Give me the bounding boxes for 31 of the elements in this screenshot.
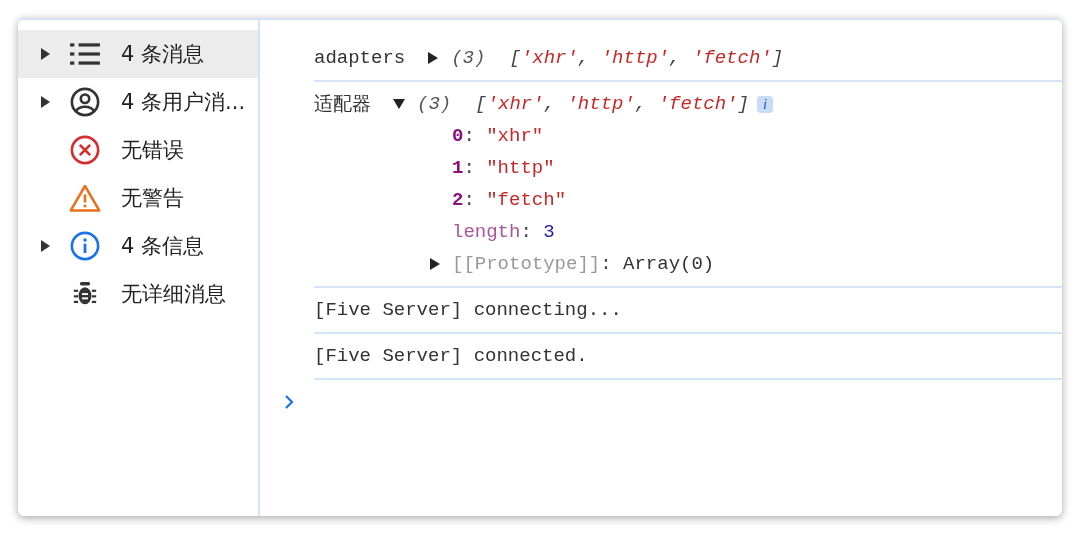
sidebar-item[interactable]: 4 条消息 [18,30,258,78]
log-message: [Five Server] connecting... [314,299,622,321]
user-icon [69,87,101,117]
expand-arrow-icon[interactable] [427,52,440,64]
array-item: 1: "http" [452,157,555,179]
expand-arrow-icon[interactable] [40,96,50,108]
sidebar-item[interactable]: 无警告 [18,174,258,222]
array-item: 2: "fetch" [452,189,567,211]
array-preview: ['xhr', 'http', 'fetch'] [509,47,784,69]
warning-icon [69,183,101,213]
sidebar-item[interactable]: 4 条用户消... [18,78,258,126]
array-preview: ['xhr', 'http', 'fetch'] [475,93,749,115]
sidebar-item[interactable]: 无详细消息 [18,270,258,318]
log-label: 适配器 [314,93,371,117]
prototype-property[interactable]: [[Prototype]]: Array(0) [452,253,715,275]
prompt-chevron-icon[interactable] [284,394,294,410]
sidebar-item[interactable]: 4 条信息 [18,222,258,270]
info-badge[interactable]: i [756,95,774,113]
error-icon [69,135,101,165]
length-property: length: 3 [452,221,555,243]
array-length: (3) [451,47,486,69]
array-item: 0: "xhr" [452,125,544,147]
info-icon [69,231,101,261]
log-label: adapters [314,47,406,69]
expand-arrow-icon[interactable] [40,48,50,60]
sidebar-item[interactable]: 无错误 [18,126,258,174]
expand-arrow-icon[interactable] [430,258,440,270]
log-message: [Five Server] connected. [314,345,588,367]
collapse-arrow-icon[interactable] [393,98,405,110]
expand-arrow-icon[interactable] [40,240,50,252]
array-length: (3) [417,93,452,115]
